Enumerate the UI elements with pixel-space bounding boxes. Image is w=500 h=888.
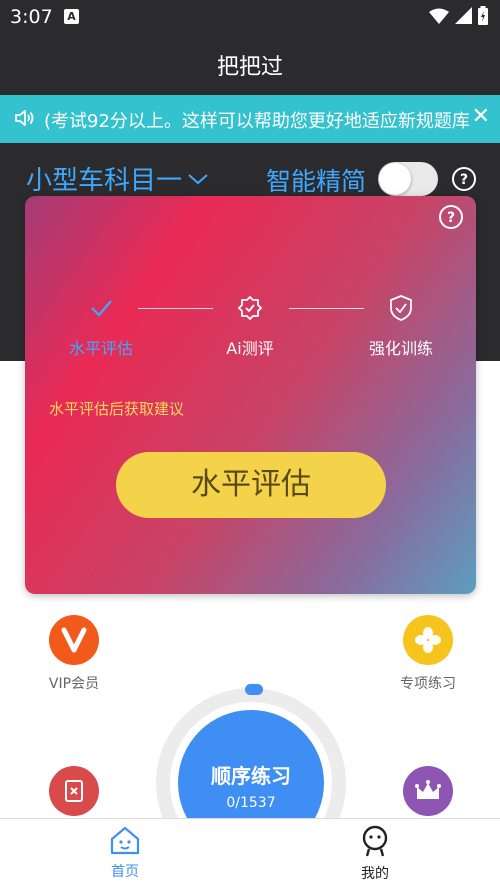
step-connector (138, 308, 213, 309)
help-icon[interactable]: ? (438, 204, 464, 230)
status-icons (429, 6, 488, 25)
notice-bar[interactable]: (考试92分以上。这样可以帮助您更好地适应新规题库 ✕ (0, 95, 500, 143)
user-icon (362, 825, 388, 857)
chevron-down-icon (188, 173, 208, 184)
app-header: 把把过 (0, 33, 500, 95)
subject-label: 小型车科目一 (26, 166, 183, 196)
practice-title: 顺序练习 (211, 764, 291, 788)
special-practice-shortcut[interactable]: 专项练习 (388, 615, 468, 693)
smart-simplify-label: 智能精简 (266, 167, 367, 196)
smart-simplify-toggle[interactable] (378, 162, 438, 196)
subject-selector[interactable]: 小型车科目一 (26, 160, 210, 197)
step-connector (289, 308, 364, 309)
clover-icon (403, 615, 453, 665)
close-icon[interactable]: ✕ (472, 104, 490, 129)
shield-check-icon (390, 295, 412, 321)
wrong-book-icon (49, 766, 99, 816)
level-assessment-button[interactable]: 水平评估 (116, 452, 386, 518)
home-icon (110, 826, 140, 855)
v-letter-icon (61, 627, 87, 653)
book-x-icon (65, 780, 83, 802)
help-icon[interactable]: ? (451, 166, 477, 192)
crown-icon (403, 766, 453, 816)
assessment-card: ? 水平评估 Ai测评 强化训练 水平评估后获取建议 水平评估 (25, 196, 476, 594)
nav-home-label: 首页 (111, 864, 139, 880)
nav-mine-label: 我的 (361, 866, 389, 882)
page-title: 把把过 (216, 55, 283, 80)
nav-home[interactable]: 首页 (90, 825, 160, 881)
speaker-icon (15, 110, 34, 126)
vip-member-shortcut[interactable]: VIP会员 (34, 615, 114, 693)
notification-app-icon: A (64, 9, 79, 24)
special-practice-label: 专项练习 (400, 676, 456, 692)
status-bar: 3:07 A (0, 0, 500, 33)
vip-icon (49, 615, 99, 665)
check-icon (91, 300, 112, 317)
status-time: 3:07 (10, 6, 53, 28)
step-label-intensive-training: 强化训练 (368, 339, 433, 358)
badge-check-icon (237, 295, 263, 321)
step-label-ai-evaluation: Ai测评 (226, 339, 274, 358)
signal-icon (455, 7, 472, 24)
wrong-questions-shortcut[interactable] (34, 766, 114, 816)
bottom-nav: 首页 我的 (0, 818, 500, 888)
step-label-level-assessment: 水平评估 (68, 339, 133, 358)
nav-mine[interactable]: 我的 (340, 825, 410, 883)
petals-icon (415, 627, 441, 653)
advice-text: 水平评估后获取建议 (49, 400, 185, 418)
toggle-knob (379, 163, 411, 195)
progress-indicator (245, 684, 263, 695)
vip-label: VIP会员 (48, 676, 100, 692)
svg-text:?: ? (447, 210, 455, 226)
crown-shape-icon (415, 780, 441, 799)
notice-text: (考试92分以上。这样可以帮助您更好地适应新规题库 (44, 111, 470, 132)
svg-text:?: ? (460, 172, 468, 188)
crown-shortcut[interactable] (388, 766, 468, 816)
wifi-icon (429, 8, 449, 24)
battery-icon (478, 6, 488, 25)
practice-count: 0/1537 (226, 795, 276, 811)
